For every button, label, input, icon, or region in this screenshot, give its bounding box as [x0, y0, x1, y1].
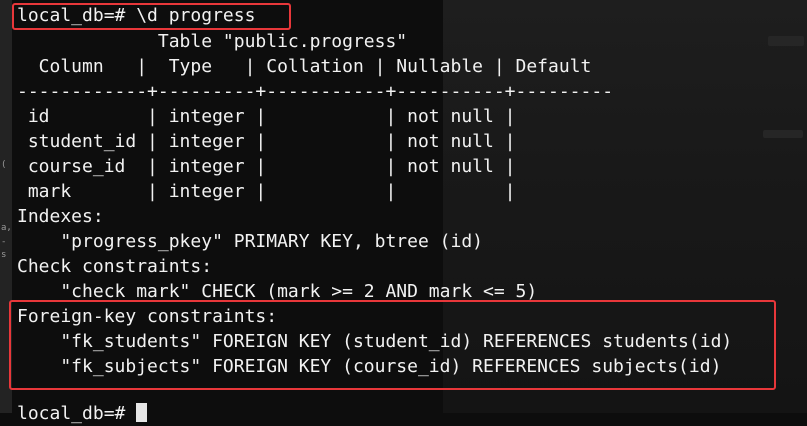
background-text-fragment: ( [1, 160, 7, 170]
index-entry: "progress_pkey" PRIMARY KEY, btree (id) [17, 231, 483, 252]
background-text-fragment: a, [1, 223, 12, 233]
table-row: student_id | integer | | not null | [17, 131, 516, 152]
indexes-heading: Indexes: [17, 206, 104, 227]
background-text-fragment: s [1, 250, 7, 260]
table-row: course_id | integer | | not null | [17, 156, 516, 177]
foreign-key-highlight-box [9, 300, 776, 390]
prompt-line[interactable]: local_db=# [17, 401, 148, 426]
check-constraints-heading: Check constraints: [17, 256, 213, 277]
table-separator: ------------+---------+-----------+-----… [17, 81, 614, 102]
table-title: Table "public.progress" [17, 31, 408, 52]
background-text-fragment: - [1, 237, 7, 247]
table-header-row: Column | Type | Collation | Nullable | D… [17, 56, 592, 77]
prompt-text: local_db=# [17, 403, 137, 424]
table-row: id | integer | | not null | [17, 106, 516, 127]
table-row: mark | integer | | | [17, 181, 516, 202]
command-highlight-box [12, 3, 291, 30]
